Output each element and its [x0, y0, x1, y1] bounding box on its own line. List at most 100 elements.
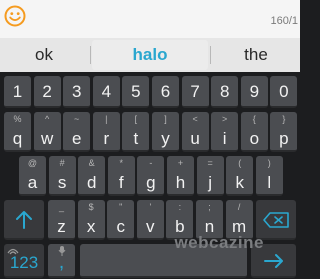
key-z[interactable]: _ z: [48, 200, 75, 240]
key-g[interactable]: -g: [137, 156, 165, 196]
key-label: 5: [131, 82, 141, 101]
suggestion-center[interactable]: halo: [92, 40, 208, 70]
key-secondary-label: [: [134, 114, 138, 124]
key-v[interactable]: ' v: [136, 200, 164, 240]
key-r[interactable]: | r: [92, 112, 120, 152]
key-label: r: [103, 129, 110, 148]
key-comma[interactable]: ,: [48, 244, 75, 278]
swype-logo-icon: [7, 248, 19, 255]
key-b[interactable]: :b: [166, 200, 194, 240]
key-0[interactable]: 0: [270, 76, 298, 108]
key-secondary-label: {: [252, 114, 256, 124]
key-label: j: [208, 173, 212, 192]
key-label: i: [222, 129, 227, 148]
enter-arrow-icon: [264, 254, 283, 268]
key-secondary-label: +: [177, 158, 184, 168]
key-a[interactable]: @ a: [19, 156, 46, 196]
key-label: a: [27, 173, 38, 192]
key-secondary-label: ]: [164, 114, 167, 124]
key-5[interactable]: 5: [122, 76, 150, 108]
key-label: 8: [219, 82, 230, 101]
key-1[interactable]: 1: [4, 76, 31, 108]
key-7[interactable]: 7: [181, 76, 209, 108]
suggestion-strip: ok halo the: [0, 38, 300, 73]
key-secondary-label: ): [267, 158, 271, 168]
key-secondary-label: *: [119, 158, 124, 168]
key-x[interactable]: $ x: [77, 200, 105, 240]
key-label: n: [204, 217, 215, 236]
key-secondary-label: <: [192, 114, 198, 124]
key-label: f: [118, 173, 124, 192]
space-key[interactable]: [80, 244, 247, 278]
key-s[interactable]: # s: [48, 156, 76, 196]
key-label: 2: [42, 82, 52, 101]
key-t[interactable]: [t: [122, 112, 150, 152]
suggestion-divider: [210, 46, 211, 64]
shift-key[interactable]: [4, 200, 44, 240]
key-8[interactable]: 8: [211, 76, 239, 108]
microphone-icon: [58, 246, 66, 256]
key-label: k: [235, 173, 244, 192]
key-h[interactable]: + h: [167, 156, 194, 196]
key-3[interactable]: 3: [63, 76, 91, 108]
key-secondary-label: ~: [74, 114, 80, 124]
numeric-mode-key[interactable]: 123: [4, 244, 44, 278]
key-label: p: [279, 129, 289, 148]
key-label: u: [190, 129, 200, 148]
key-secondary-label: ^: [44, 114, 50, 124]
key-d[interactable]: & d: [78, 156, 106, 196]
key-secondary-label: %: [13, 114, 22, 124]
key-w[interactable]: ^ w: [33, 112, 61, 152]
keyboard: 1 2 3 4 5 6 7 8 9 0% q ^ w ~ e | r[t] y < u > i{o} p @ a # s & d * f - g…: [0, 72, 300, 279]
key-label: g: [146, 173, 156, 192]
key-secondary-label: =: [207, 158, 213, 168]
key-q[interactable]: % q: [4, 112, 31, 152]
key-2[interactable]: 2: [33, 76, 61, 108]
key-label: z: [57, 217, 66, 236]
character-counter: 160/1: [270, 15, 298, 27]
key-m[interactable]: / m: [225, 200, 253, 240]
emoji-smiley-icon[interactable]: [4, 5, 26, 27]
key-secondary-label: ': [149, 202, 152, 212]
key-label: d: [86, 173, 97, 192]
key-j[interactable]: = j: [196, 156, 224, 196]
backspace-icon: [263, 212, 289, 228]
key-c[interactable]: " c: [107, 200, 135, 240]
key-label: t: [133, 129, 139, 148]
key-secondary-label: :: [178, 202, 182, 212]
key-secondary-label: |: [105, 114, 108, 124]
key-u[interactable]: < u: [181, 112, 209, 152]
key-label: x: [86, 217, 96, 236]
key-label: m: [232, 217, 247, 236]
key-9[interactable]: 9: [240, 76, 268, 108]
key-label: e: [71, 129, 82, 148]
key-label: q: [12, 129, 23, 148]
shift-arrow-icon: [16, 211, 32, 229]
key-secondary-label: &: [88, 158, 95, 168]
key-label: y: [161, 129, 170, 148]
key-o[interactable]: {o: [240, 112, 268, 152]
key-n[interactable]: ; n: [196, 200, 223, 240]
key-label: s: [57, 173, 67, 192]
key-secondary-label: _: [58, 202, 64, 212]
key-i[interactable]: > i: [211, 112, 239, 152]
key-label: v: [146, 217, 155, 236]
key-label: 1: [12, 82, 23, 101]
key-label: h: [175, 173, 186, 192]
key-6[interactable]: 6: [152, 76, 179, 108]
backspace-key[interactable]: [256, 200, 296, 240]
key-e[interactable]: ~ e: [63, 112, 91, 152]
suggestion-right[interactable]: the: [212, 40, 300, 70]
key-secondary-label: ;: [208, 202, 211, 212]
key-p[interactable]: } p: [270, 112, 298, 152]
key-k[interactable]: (k: [226, 156, 254, 196]
suggestion-left[interactable]: ok: [0, 40, 88, 70]
key-f[interactable]: * f: [107, 156, 135, 196]
key-secondary-label: #: [59, 158, 65, 168]
key-4[interactable]: 4: [92, 76, 120, 108]
enter-key[interactable]: [251, 244, 296, 278]
key-secondary-label: $: [88, 202, 94, 212]
key-y[interactable]: ] y: [152, 112, 179, 152]
key-label: o: [249, 129, 260, 148]
key-l[interactable]: ) l: [255, 156, 283, 196]
